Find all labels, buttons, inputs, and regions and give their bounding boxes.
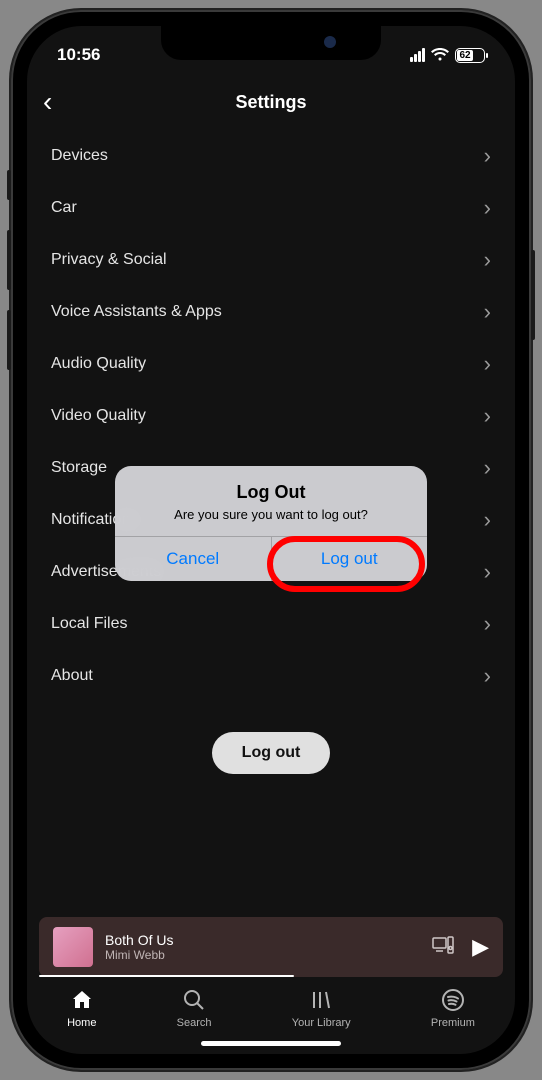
settings-label: Car [51,199,77,217]
phone-screen: 10:56 62 ‹ Settings Devices › [27,26,515,1054]
chevron-right-icon: › [484,351,491,377]
dialog-cancel-button[interactable]: Cancel [115,537,272,581]
volume-up-button [7,230,11,290]
mute-switch [7,170,11,200]
settings-row-car[interactable]: Car › [51,182,491,234]
volume-down-button [7,310,11,370]
settings-row-privacy-social[interactable]: Privacy & Social › [51,234,491,286]
settings-row-local-files[interactable]: Local Files › [51,598,491,650]
wifi-icon [431,48,449,62]
chevron-right-icon: › [484,611,491,637]
logout-dialog: Log Out Are you sure you want to log out… [115,466,427,581]
settings-row-about[interactable]: About › [51,650,491,702]
tab-label: Premium [431,1017,475,1029]
notch [161,26,381,60]
settings-label: Audio Quality [51,355,146,373]
tab-label: Your Library [292,1017,351,1029]
power-button [531,250,535,340]
settings-label: About [51,667,93,685]
devices-icon[interactable] [432,936,454,959]
tab-premium[interactable]: Premium [431,987,475,1029]
tab-label: Home [67,1017,96,1029]
song-title: Both Of Us [105,932,420,948]
spotify-icon [441,987,465,1013]
dialog-confirm-button[interactable]: Log out [272,537,428,581]
settings-label: Privacy & Social [51,251,167,269]
status-indicators: 62 [410,48,485,63]
settings-row-devices[interactable]: Devices › [51,130,491,182]
settings-row-video-quality[interactable]: Video Quality › [51,390,491,442]
battery-percent: 62 [459,50,470,61]
chevron-right-icon: › [484,455,491,481]
tab-library[interactable]: Your Library [292,987,351,1029]
back-button[interactable]: ‹ [43,88,52,116]
progress-bar [39,975,294,977]
tab-search[interactable]: Search [177,987,212,1029]
front-camera [324,36,336,48]
play-icon[interactable]: ▶ [472,934,489,960]
home-icon [70,987,94,1013]
tab-home[interactable]: Home [67,987,96,1029]
settings-label: Voice Assistants & Apps [51,303,222,321]
library-icon [309,987,333,1013]
chevron-right-icon: › [484,403,491,429]
settings-row-voice-assistants[interactable]: Voice Assistants & Apps › [51,286,491,338]
chevron-right-icon: › [484,299,491,325]
home-indicator[interactable] [201,1041,341,1046]
tab-label: Search [177,1017,212,1029]
header-bar: ‹ Settings [27,74,515,130]
artist-name: Mimi Webb [105,948,420,962]
chevron-right-icon: › [484,663,491,689]
dialog-message: Are you sure you want to log out? [115,507,427,536]
battery-indicator: 62 [455,48,485,63]
dialog-title: Log Out [115,466,427,507]
tab-bar: Home Search Your Library Premium [27,977,515,1035]
status-time: 10:56 [57,45,100,65]
now-playing-bar[interactable]: Both Of Us Mimi Webb ▶ [39,917,503,977]
page-title: Settings [235,92,306,113]
logout-button[interactable]: Log out [212,732,331,774]
settings-label: Local Files [51,615,127,633]
chevron-right-icon: › [484,507,491,533]
settings-label: Video Quality [51,407,146,425]
settings-label: Storage [51,459,107,477]
logout-wrap: Log out [51,732,491,774]
chevron-right-icon: › [484,559,491,585]
now-playing-meta: Both Of Us Mimi Webb [105,932,420,962]
chevron-right-icon: › [484,143,491,169]
chevron-right-icon: › [484,195,491,221]
settings-label: Devices [51,147,108,165]
phone-frame: 10:56 62 ‹ Settings Devices › [11,10,531,1070]
search-icon [182,987,206,1013]
cellular-signal-icon [410,48,425,62]
chevron-right-icon: › [484,247,491,273]
settings-row-audio-quality[interactable]: Audio Quality › [51,338,491,390]
album-art [53,927,93,967]
